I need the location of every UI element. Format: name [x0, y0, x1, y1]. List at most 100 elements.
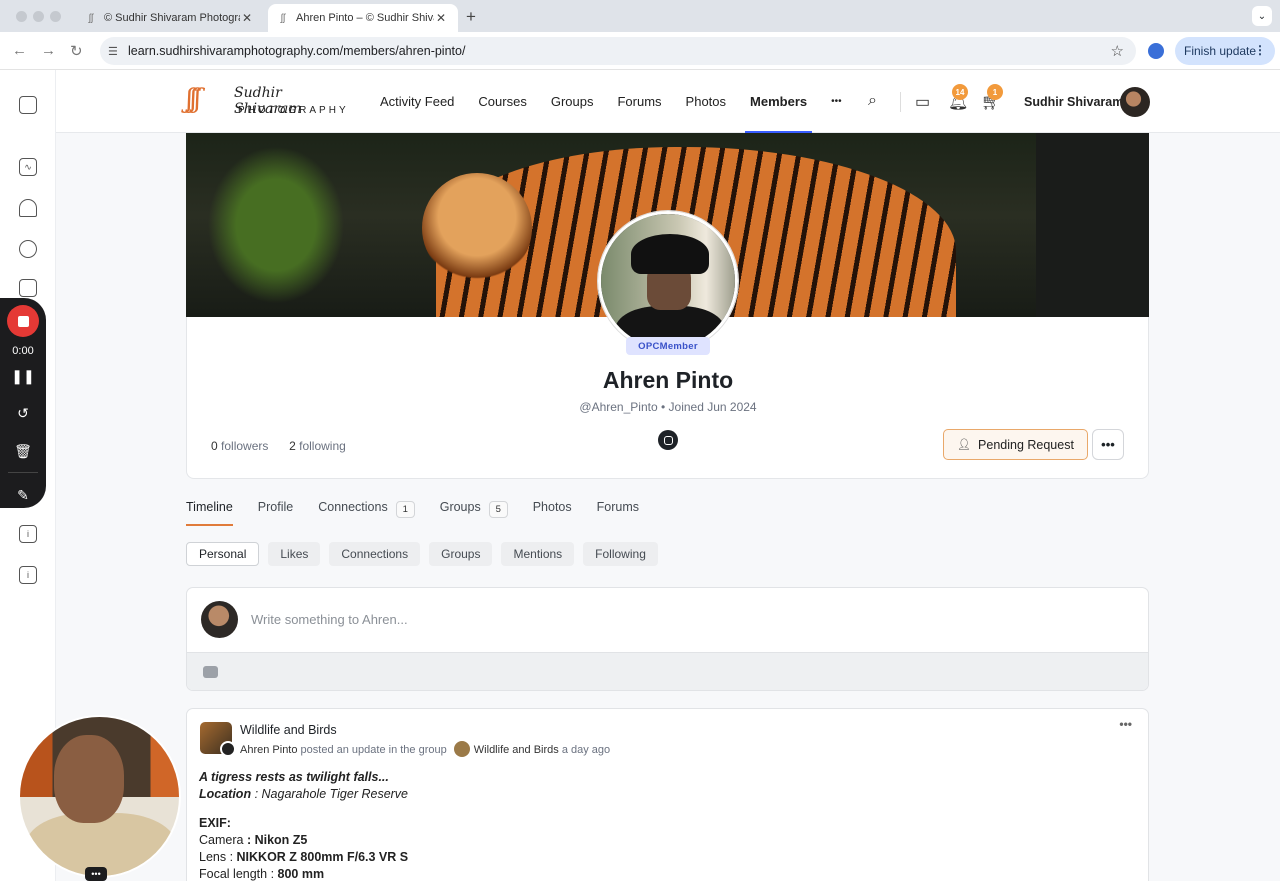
nav-courses[interactable]: Courses [478, 70, 526, 133]
forward-arrow-icon[interactable]: → [41, 42, 56, 59]
inbox-icon[interactable]: ▭ [915, 92, 930, 112]
tab-close-icon[interactable]: ✕ [434, 11, 448, 25]
activity-icon[interactable]: ∿ [19, 158, 37, 176]
post-author[interactable]: Ahren Pinto [240, 744, 297, 756]
post-more-icon[interactable]: ••• [1119, 717, 1132, 731]
info-icon-2[interactable]: i [19, 566, 37, 584]
member-type-badge: OPCMember [626, 337, 710, 355]
webcam-bubble[interactable] [18, 715, 181, 878]
tab-label: Connections [318, 500, 388, 514]
header-user-name[interactable]: Sudhir Shivaram [1024, 95, 1123, 109]
colon: : [267, 867, 278, 881]
camera-icon[interactable] [203, 666, 218, 678]
subtab-groups[interactable]: Groups [429, 542, 493, 566]
following-count[interactable]: 2 [289, 439, 296, 453]
nav-groups[interactable]: Groups [551, 70, 594, 133]
webcam-person [54, 735, 124, 823]
following-label[interactable]: following [299, 439, 346, 453]
author-mini-avatar[interactable] [220, 741, 236, 757]
url-text[interactable]: learn.sudhirshivaramphotography.com/memb… [128, 44, 465, 58]
subtab-following[interactable]: Following [583, 542, 658, 566]
reload-icon[interactable]: ↻ [70, 42, 83, 60]
browser-menu-icon[interactable]: ⋮ [1254, 43, 1266, 57]
subtab-likes[interactable]: Likes [268, 542, 321, 566]
post-time[interactable]: a day ago [562, 744, 610, 756]
profile-joined: Joined Jun 2024 [668, 400, 757, 414]
stop-recording-button[interactable] [7, 305, 39, 337]
timeline-filter-tabs: Personal Likes Connections Groups Mentio… [186, 542, 667, 566]
focal-label: Focal length [199, 867, 268, 881]
browser-profile-icon[interactable] [1148, 43, 1164, 59]
location-label: Location [199, 787, 252, 801]
groups-icon[interactable] [19, 240, 37, 258]
tab-forums[interactable]: Forums [597, 500, 639, 526]
tab-profile[interactable]: Profile [258, 500, 293, 526]
nav-photos[interactable]: Photos [686, 70, 726, 133]
composer-input[interactable]: Write something to Ahren... [251, 612, 408, 627]
webcam-options-icon[interactable]: ••• [85, 867, 107, 881]
profile-avatar [598, 211, 738, 351]
sidebar-toggle-icon[interactable] [19, 96, 37, 114]
meta-separator: • [660, 400, 669, 414]
delete-trash-icon[interactable]: 🗑 [0, 443, 46, 460]
header-user-avatar[interactable] [1120, 87, 1150, 117]
window-close-button[interactable] [16, 11, 27, 22]
followers-label[interactable]: followers [221, 439, 268, 453]
tab-photos[interactable]: Photos [533, 500, 572, 526]
info-icon[interactable]: i [19, 525, 37, 543]
window-minimize-button[interactable] [33, 11, 44, 22]
search-icon[interactable]: ⌕ [868, 92, 877, 110]
tab-timeline[interactable]: Timeline [186, 500, 233, 526]
tab-close-icon[interactable]: ✕ [240, 11, 254, 25]
browser-toolbar: ← → ↻ ☰ learn.sudhirshivaramphotography.… [0, 32, 1280, 70]
nav-forums[interactable]: Forums [617, 70, 661, 133]
post-caption: A tigress rests as twilight falls... [199, 770, 389, 784]
recording-timer: 0:00 [12, 345, 34, 357]
stop-icon [17, 315, 29, 327]
restart-icon[interactable]: ↺ [0, 405, 46, 422]
lens-value: NIKKOR Z 800mm F/6.3 VR S [236, 850, 409, 864]
site-logo[interactable]: ʃʃʃ Sudhir Shivaram PHOTOGRAPHY [186, 82, 346, 122]
nav-members[interactable]: Members [745, 70, 813, 133]
followers-count[interactable]: 0 [211, 439, 218, 453]
exif-label: EXIF: [199, 816, 231, 830]
nav-more-icon[interactable]: ••• [831, 70, 842, 133]
profile-tabs: Timeline Profile Connections 1 Groups 5 Ph… [186, 500, 664, 528]
new-tab-icon[interactable]: + [466, 7, 476, 27]
courses-cap-icon[interactable] [19, 199, 37, 217]
site-settings-icon[interactable]: ☰ [108, 45, 122, 58]
cover-foliage [196, 133, 356, 317]
subtab-personal[interactable]: Personal [186, 542, 260, 566]
post-group-name[interactable]: Wildlife and Birds [240, 723, 337, 737]
bookmark-star-icon[interactable]: ☆ [1111, 42, 1124, 60]
tab-connections[interactable]: Connections 1 [318, 500, 415, 526]
address-bar[interactable]: ☰ learn.sudhirshivaramphotography.com/me… [100, 37, 1136, 65]
tab-search-chevron-icon[interactable]: ⌄ [1252, 6, 1272, 26]
forums-chat-icon[interactable] [19, 279, 37, 297]
logo-subtitle: PHOTOGRAPHY [238, 105, 349, 116]
finish-update-button[interactable]: Finish update ⋮ [1175, 37, 1275, 65]
tab-label: Photos [532, 500, 572, 514]
back-arrow-icon[interactable]: ← [12, 42, 27, 59]
tab-title: Ahren Pinto – © Sudhir Shiva [296, 12, 434, 24]
post-action: posted an update in the group [300, 744, 447, 756]
subtab-connections[interactable]: Connections [329, 542, 421, 566]
subtab-mentions[interactable]: Mentions [501, 542, 575, 566]
pending-request-button[interactable]: 👤︎ Pending Request [943, 429, 1088, 460]
window-zoom-button[interactable] [50, 11, 61, 22]
nav-activity-feed[interactable]: Activity Feed [380, 70, 454, 133]
browser-tab-profile[interactable]: ʃʃ Ahren Pinto – © Sudhir Shiva ✕ [268, 4, 458, 32]
browser-tab-home[interactable]: ʃʃ © Sudhir Shivaram Photograp ✕ [76, 4, 264, 32]
tab-groups[interactable]: Groups 5 [440, 500, 508, 526]
draw-pencil-icon[interactable]: ✎ [0, 487, 46, 504]
post-group-link[interactable]: Wildlife and Birds [474, 744, 559, 756]
profile-more-button[interactable]: ••• [1092, 429, 1124, 460]
instagram-icon[interactable] [658, 430, 678, 450]
lens-label: Lens [199, 850, 227, 864]
recorder-divider [8, 472, 38, 473]
camera-value: Nikon Z5 [254, 833, 308, 847]
focal-value: 800 mm [277, 867, 325, 881]
colon: : [243, 833, 255, 847]
pause-icon[interactable]: ❚❚ [0, 368, 46, 385]
composer-toolbar [187, 652, 1148, 690]
